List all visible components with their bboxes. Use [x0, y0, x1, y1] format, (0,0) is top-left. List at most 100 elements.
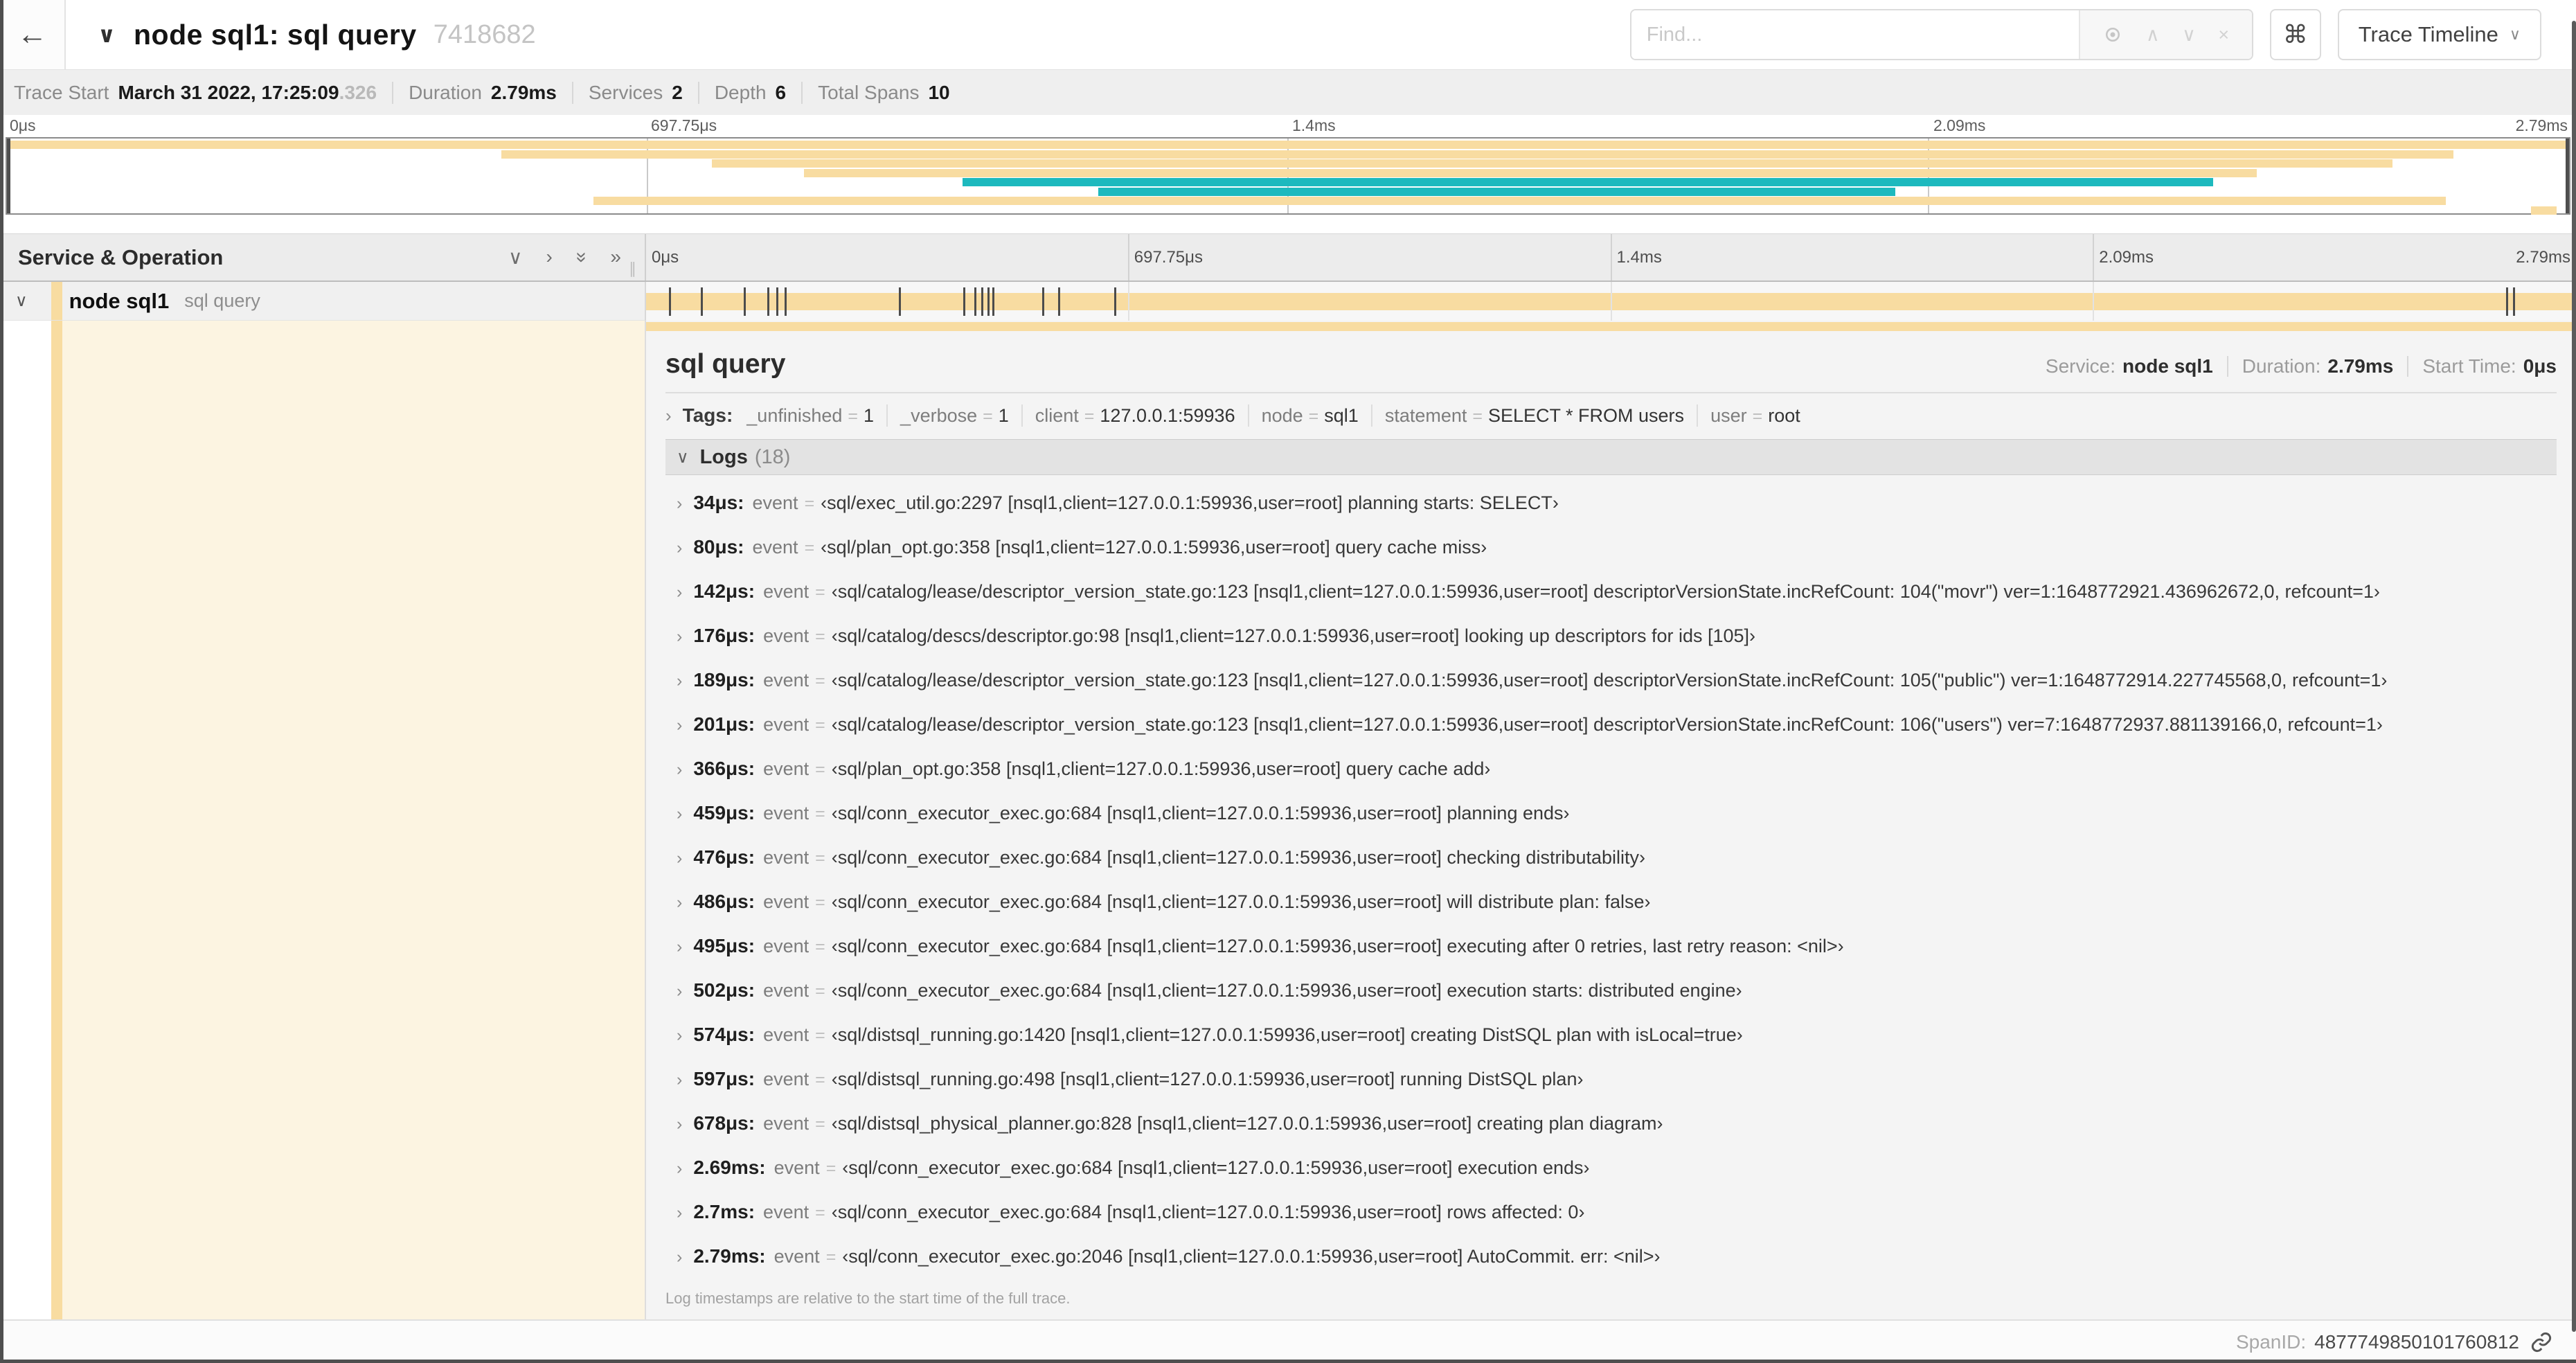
equals-sign: = [825, 1159, 837, 1178]
log-row[interactable]: › 476μs: event = ‹sql/conn_executor_exec.go:… [677, 846, 2557, 868]
log-row[interactable]: › 176μs: event = ‹sql/catalog/descs/descript… [677, 625, 2557, 646]
equals-sign: = [815, 715, 825, 735]
trace-collapse-icon[interactable]: ∨ [98, 21, 116, 48]
log-field-key: event [763, 1069, 810, 1089]
log-field-key: event [773, 1157, 820, 1178]
log-message: ‹sql/distsql_running.go:1420 [nsql1,clie… [831, 1024, 1743, 1045]
log-row[interactable]: › 2.7ms: event = ‹sql/conn_executor_exec.go:… [677, 1201, 2557, 1222]
equals-sign: = [983, 406, 993, 426]
log-row[interactable]: › 189μs: event = ‹sql/catalog/lease/descript… [677, 669, 2557, 691]
log-field-key: event [763, 936, 810, 956]
service-color-stripe [51, 321, 62, 1319]
log-timestamp: 34μs: [693, 492, 744, 513]
equals-sign: = [815, 582, 825, 602]
span-detail-footer: SpanID: 4877749850101760812 [0, 1319, 2576, 1363]
meta-value: 2.79ms [2327, 355, 2394, 377]
expand-one-icon[interactable]: › [546, 246, 553, 269]
logs-list: › 34μs: event = ‹sql/exec_util.go:2297 [nsql… [665, 492, 2557, 1267]
span-row-name-cell[interactable]: ∨ node sql1 sql query [0, 282, 646, 321]
log-row[interactable]: › 502μs: event = ‹sql/conn_executor_exec.go:… [677, 979, 2557, 1001]
log-timestamp: 189μs: [693, 669, 755, 691]
logs-header[interactable]: ∨ Logs (18) [665, 439, 2557, 475]
find-next-icon[interactable]: ∨ [2182, 24, 2196, 46]
log-row[interactable]: › 495μs: event = ‹sql/conn_executor_exec.go:… [677, 935, 2557, 956]
equals-sign: = [815, 848, 825, 868]
equals-sign: = [1308, 406, 1319, 426]
meta-label: Service: [2045, 355, 2116, 377]
stat-value-fraction: .326 [339, 81, 377, 103]
find-input[interactable] [1631, 10, 2079, 59]
collapse-all-icon[interactable]: » [570, 252, 593, 263]
tag-value: SELECT * FROM users [1487, 404, 1685, 426]
viewport-handle-right[interactable] [2566, 139, 2569, 213]
tag-item: _verbose = 1 [900, 405, 1009, 427]
log-row[interactable]: › 142μs: event = ‹sql/catalog/lease/descript… [677, 580, 2557, 602]
log-timestamp: 176μs: [693, 625, 755, 646]
span-row-timeline-cell[interactable] [646, 282, 2576, 321]
row-gridline [2093, 282, 2095, 321]
locate-icon[interactable] [2102, 24, 2123, 45]
minimap-span-bar [2530, 206, 2557, 215]
chevron-right-icon: › [677, 1159, 683, 1178]
separator [392, 81, 394, 104]
log-row[interactable]: › 34μs: event = ‹sql/exec_util.go:2297 [nsql… [677, 492, 2557, 513]
view-selector[interactable]: Trace Timeline ∨ [2337, 9, 2541, 60]
detail-row-highlight [62, 321, 645, 1319]
row-collapse-icon[interactable]: ∨ [15, 291, 28, 311]
log-timestamp: 597μs: [693, 1068, 755, 1089]
find-prev-icon[interactable]: ∧ [2146, 24, 2160, 46]
tag-value: 1 [864, 404, 875, 426]
separator [2226, 356, 2228, 377]
span-rows: ∨ node sql1 sql query [0, 282, 2576, 321]
stat-label: Trace Start [14, 81, 109, 103]
shortcuts-button[interactable]: ⌘ [2269, 9, 2321, 60]
link-icon[interactable] [2530, 1331, 2552, 1353]
chevron-right-icon: › [677, 1026, 683, 1045]
back-button[interactable]: ← [0, 0, 66, 69]
spanid-label: SpanID: [2235, 1330, 2307, 1353]
log-message: ‹sql/plan_opt.go:358 [nsql1,client=127.0… [821, 537, 1487, 558]
find-group: ∧ ∨ × [1629, 9, 2253, 60]
log-row[interactable]: › 80μs: event = ‹sql/plan_opt.go:358 [nsql1,… [677, 536, 2557, 558]
minimap-span-bar [803, 168, 2257, 177]
collapse-one-icon[interactable]: ∨ [508, 246, 523, 269]
logs-note: Log timestamps are relative to the start… [665, 1290, 1071, 1307]
minimap-canvas[interactable] [6, 137, 2570, 215]
log-row[interactable]: › 486μs: event = ‹sql/conn_executor_exec.go:… [677, 891, 2557, 912]
log-row[interactable]: › 201μs: event = ‹sql/catalog/lease/descript… [677, 713, 2557, 735]
tags-row[interactable]: › Tags: _unfinished = 1 _verbose = 1 client = 12… [665, 404, 2557, 427]
span-detail-row: sql query Service: node sql1 Duration: 2.79… [0, 321, 2576, 1319]
ruler-gridline [2093, 234, 2095, 280]
log-timestamp: 142μs: [693, 580, 755, 602]
log-row[interactable]: › 678μs: event = ‹sql/distsql_physical_plann… [677, 1112, 2557, 1134]
minimap-tick-labels: 0μs 697.75μs 1.4ms 2.09ms 2.79ms [6, 116, 2570, 136]
equals-sign: = [804, 538, 815, 558]
ruler-tick-label: 1.4ms [1616, 247, 1662, 267]
window-border-bottom [0, 1360, 2576, 1363]
viewport-handle-left[interactable] [7, 139, 10, 213]
log-row[interactable]: › 2.69ms: event = ‹sql/conn_executor_exec.go… [677, 1157, 2557, 1178]
tag-key: user [1710, 404, 1747, 426]
log-timestamp: 486μs: [693, 891, 755, 912]
detail-span-bar [646, 322, 2576, 331]
chevron-right-icon: › [677, 1114, 683, 1134]
log-message: ‹sql/conn_executor_exec.go:684 [nsql1,cl… [831, 980, 1742, 1001]
log-row[interactable]: › 574μs: event = ‹sql/distsql_running.go:142… [677, 1024, 2557, 1045]
equals-sign: = [815, 893, 825, 912]
tag-key: statement [1384, 404, 1467, 426]
span-detail-meta: Service: node sql1 Duration: 2.79ms Start Ti… [2046, 355, 2557, 377]
find-clear-icon[interactable]: × [2218, 24, 2229, 46]
column-resizer[interactable]: ∥ [629, 260, 638, 278]
tag-key: client [1035, 404, 1079, 426]
log-field-key: event [763, 847, 810, 868]
chevron-right-icon: › [677, 848, 683, 868]
page-scrollbar[interactable] [2572, 21, 2576, 1332]
ruler-tick-label: 2.09ms [2099, 247, 2154, 267]
log-row[interactable]: › 459μs: event = ‹sql/conn_executor_exec.go:… [677, 802, 2557, 823]
span-list-header: Service & Operation ∨ › » » ∥ [0, 234, 646, 280]
expand-all-icon[interactable]: » [610, 246, 621, 269]
log-row[interactable]: › 597μs: event = ‹sql/distsql_running.go:498… [677, 1068, 2557, 1089]
log-row[interactable]: › 2.79ms: event = ‹sql/conn_executor_exec.go… [677, 1245, 2557, 1267]
equals-sign: = [1472, 406, 1483, 426]
log-row[interactable]: › 366μs: event = ‹sql/plan_opt.go:358 [nsql1… [677, 758, 2557, 779]
